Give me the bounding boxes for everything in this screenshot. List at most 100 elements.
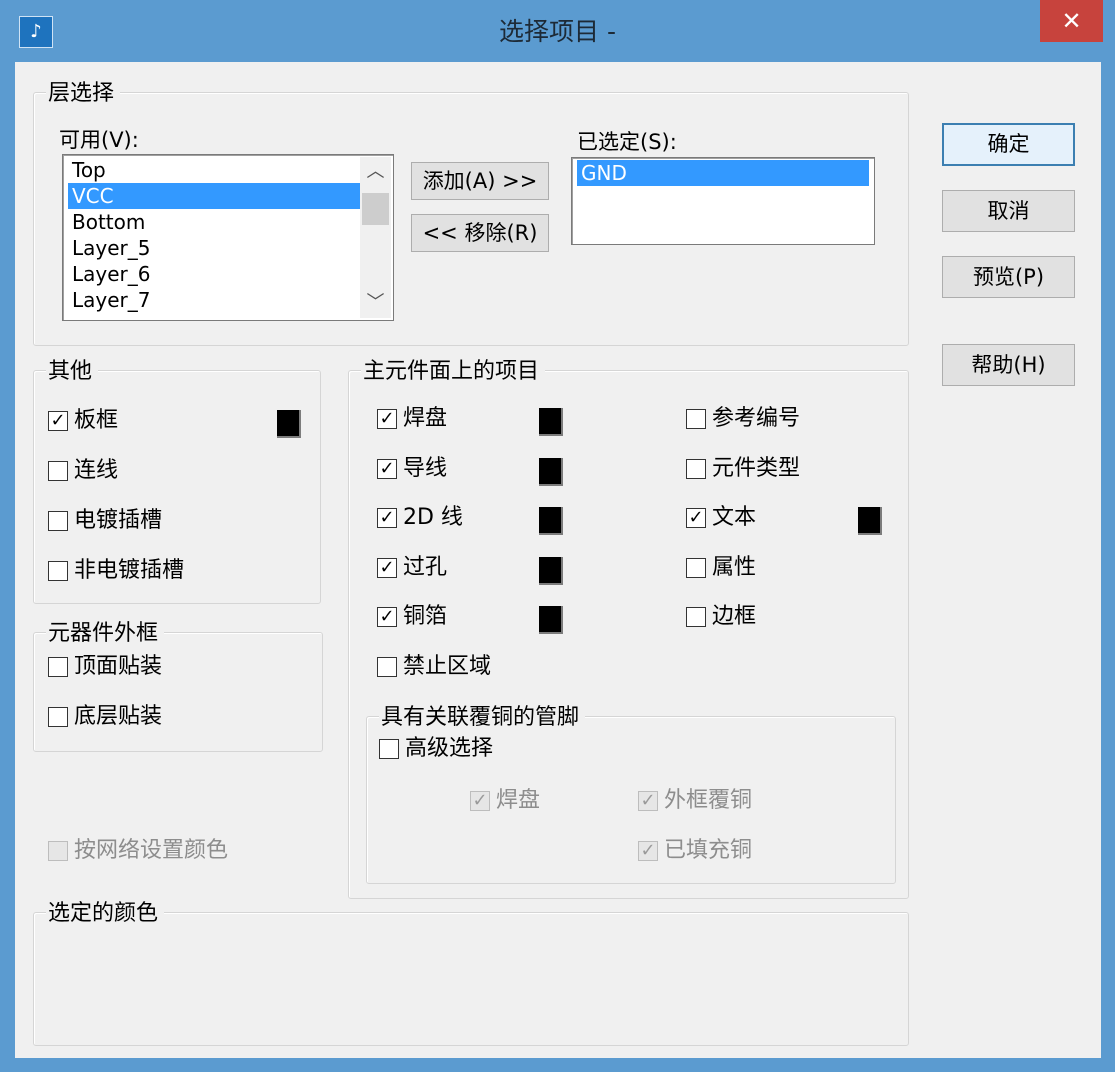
bottom-mounted-label: 底层贴装: [74, 704, 163, 729]
checkbox-box[interactable]: ✓: [377, 508, 397, 528]
list-item[interactable]: Top: [68, 157, 360, 183]
scroll-up-icon[interactable]: ︿: [360, 159, 391, 185]
checkbox-box[interactable]: [377, 656, 397, 677]
checkbox-box[interactable]: [48, 511, 68, 531]
keepout-checkbox[interactable]: 禁止区域: [377, 654, 547, 684]
outline-copper-checkbox[interactable]: ✓ 外框覆铜: [638, 788, 788, 818]
color-by-net-checkbox[interactable]: 按网络设置颜色: [48, 838, 298, 868]
checkbox-box[interactable]: ✓: [377, 409, 397, 429]
attributes-checkbox[interactable]: 属性: [686, 555, 856, 585]
available-list-scrollbar[interactable]: ︿ ﹀: [360, 157, 391, 318]
connections-checkbox[interactable]: 连线: [48, 458, 218, 488]
checkbox-box[interactable]: [686, 409, 706, 429]
list-item[interactable]: Layer_5: [68, 235, 360, 261]
vias-label: 过孔: [403, 554, 448, 580]
checkbox-box[interactable]: [48, 561, 68, 581]
ref-designator-checkbox[interactable]: 参考编号: [686, 406, 856, 436]
vias-color-swatch[interactable]: [539, 556, 563, 585]
list-item[interactable]: Layer_6: [68, 261, 360, 287]
remove-layer-button[interactable]: << 移除(R): [411, 214, 549, 252]
available-label: 可用(V):: [59, 128, 139, 152]
checkbox-box[interactable]: [48, 707, 68, 727]
checkbox-box[interactable]: [686, 557, 706, 578]
list-item[interactable]: Bottom: [68, 209, 360, 235]
checkbox-box[interactable]: [48, 461, 68, 481]
outline-checkbox[interactable]: 边框: [686, 604, 856, 634]
part-type-checkbox[interactable]: 元件类型: [686, 456, 856, 486]
bottom-mounted-checkbox[interactable]: 底层贴装: [48, 704, 218, 734]
title-bar[interactable]: ♪ 选择项目 - ✕: [0, 0, 1115, 60]
outline-copper-label: 外框覆铜: [664, 788, 753, 813]
list-item[interactable]: Layer_7: [68, 287, 360, 313]
checkbox-box[interactable]: ✓: [686, 508, 706, 528]
ref-designator-label: 参考编号: [712, 406, 801, 431]
plated-slots-checkbox[interactable]: 电镀插槽: [48, 508, 218, 538]
pads-label: 焊盘: [403, 406, 448, 431]
pads-color-swatch[interactable]: [539, 408, 563, 436]
component-outline-group: 元器件外框: [33, 615, 323, 752]
top-mounted-checkbox[interactable]: 顶面贴装: [48, 654, 218, 684]
keepout-label: 禁止区域: [403, 653, 492, 679]
part-type-label: 元件类型: [712, 455, 801, 481]
board-outline-checkbox[interactable]: ✓ 板框: [48, 408, 218, 438]
advanced-select-label: 高级选择: [405, 736, 494, 761]
plated-slots-label: 电镀插槽: [74, 508, 163, 533]
top-mounted-label: 顶面贴装: [74, 654, 163, 679]
window-title: 选择项目 -: [499, 17, 616, 46]
checkbox-box[interactable]: [48, 841, 68, 861]
dialog-body: 层选择 可用(V): Top VCC Bottom Layer_5 Layer_6 Lay…: [15, 62, 1101, 1058]
add-layer-button[interactable]: 添加(A) >>: [411, 162, 549, 200]
available-layers-list[interactable]: Top VCC Bottom Layer_5 Layer_6 Layer_7 ︿ ﹀: [62, 154, 394, 321]
dialog-window: ♪ 选择项目 - ✕ 层选择 可用(V): Top VCC Bottom Layer_…: [0, 0, 1115, 1072]
2d-lines-label: 2D 线: [403, 505, 463, 530]
component-outline-legend: 元器件外框: [46, 615, 165, 647]
text-color-swatch[interactable]: [858, 507, 882, 535]
checkbox-box[interactable]: ✓: [638, 791, 658, 811]
board-outline-label: 板框: [74, 408, 119, 433]
checkbox-box[interactable]: [48, 657, 68, 677]
checkbox-box[interactable]: ✓: [470, 791, 490, 811]
scroll-thumb[interactable]: [362, 193, 389, 225]
outline-label: 边框: [712, 604, 757, 629]
copper-color-swatch[interactable]: [539, 606, 563, 634]
non-plated-slots-label: 非电镀插槽: [74, 558, 185, 583]
checkbox-box[interactable]: ✓: [377, 557, 397, 578]
help-button[interactable]: 帮助(H): [942, 344, 1075, 386]
ok-button[interactable]: 确定: [942, 123, 1075, 166]
cancel-button[interactable]: 取消: [942, 190, 1075, 232]
advanced-select-checkbox[interactable]: 高级选择: [379, 736, 539, 766]
filled-copper-checkbox[interactable]: ✓ 已填充铜: [638, 838, 788, 868]
traces-label: 导线: [403, 455, 448, 481]
traces-color-swatch[interactable]: [539, 457, 563, 486]
selected-color-legend: 选定的颜色: [46, 895, 165, 927]
primary-side-legend: 主元件面上的项目: [361, 353, 546, 385]
2d-lines-color-swatch[interactable]: [539, 507, 563, 535]
checkbox-box[interactable]: ✓: [377, 458, 397, 479]
copper-checkbox[interactable]: ✓ 铜箔: [377, 604, 547, 634]
text-label: 文本: [712, 505, 757, 530]
color-by-net-label: 按网络设置颜色: [74, 838, 229, 863]
pads-checkbox[interactable]: ✓ 焊盘: [377, 406, 547, 436]
selected-layers-list[interactable]: GND: [571, 157, 875, 245]
board-outline-color-swatch[interactable]: [277, 410, 301, 438]
checkbox-box[interactable]: [686, 458, 706, 479]
copper-label: 铜箔: [403, 604, 448, 629]
pins-pad-checkbox[interactable]: ✓ 焊盘: [470, 788, 570, 818]
checkbox-box[interactable]: ✓: [48, 411, 68, 431]
close-button[interactable]: ✕: [1040, 0, 1103, 42]
checkbox-box[interactable]: [379, 739, 399, 759]
preview-button[interactable]: 预览(P): [942, 256, 1075, 298]
selected-color-group: 选定的颜色: [33, 895, 909, 1046]
layer-selection-legend: 层选择: [46, 75, 121, 107]
scroll-down-icon[interactable]: ﹀: [360, 290, 391, 316]
checkbox-box[interactable]: ✓: [638, 841, 658, 861]
list-item[interactable]: GND: [577, 160, 869, 186]
list-item[interactable]: VCC: [68, 183, 360, 209]
non-plated-slots-checkbox[interactable]: 非电镀插槽: [48, 558, 218, 588]
traces-checkbox[interactable]: ✓ 导线: [377, 456, 547, 486]
text-checkbox[interactable]: ✓ 文本: [686, 505, 856, 535]
2d-lines-checkbox[interactable]: ✓ 2D 线: [377, 505, 547, 535]
checkbox-box[interactable]: ✓: [377, 607, 397, 627]
checkbox-box[interactable]: [686, 607, 706, 627]
vias-checkbox[interactable]: ✓ 过孔: [377, 555, 547, 585]
